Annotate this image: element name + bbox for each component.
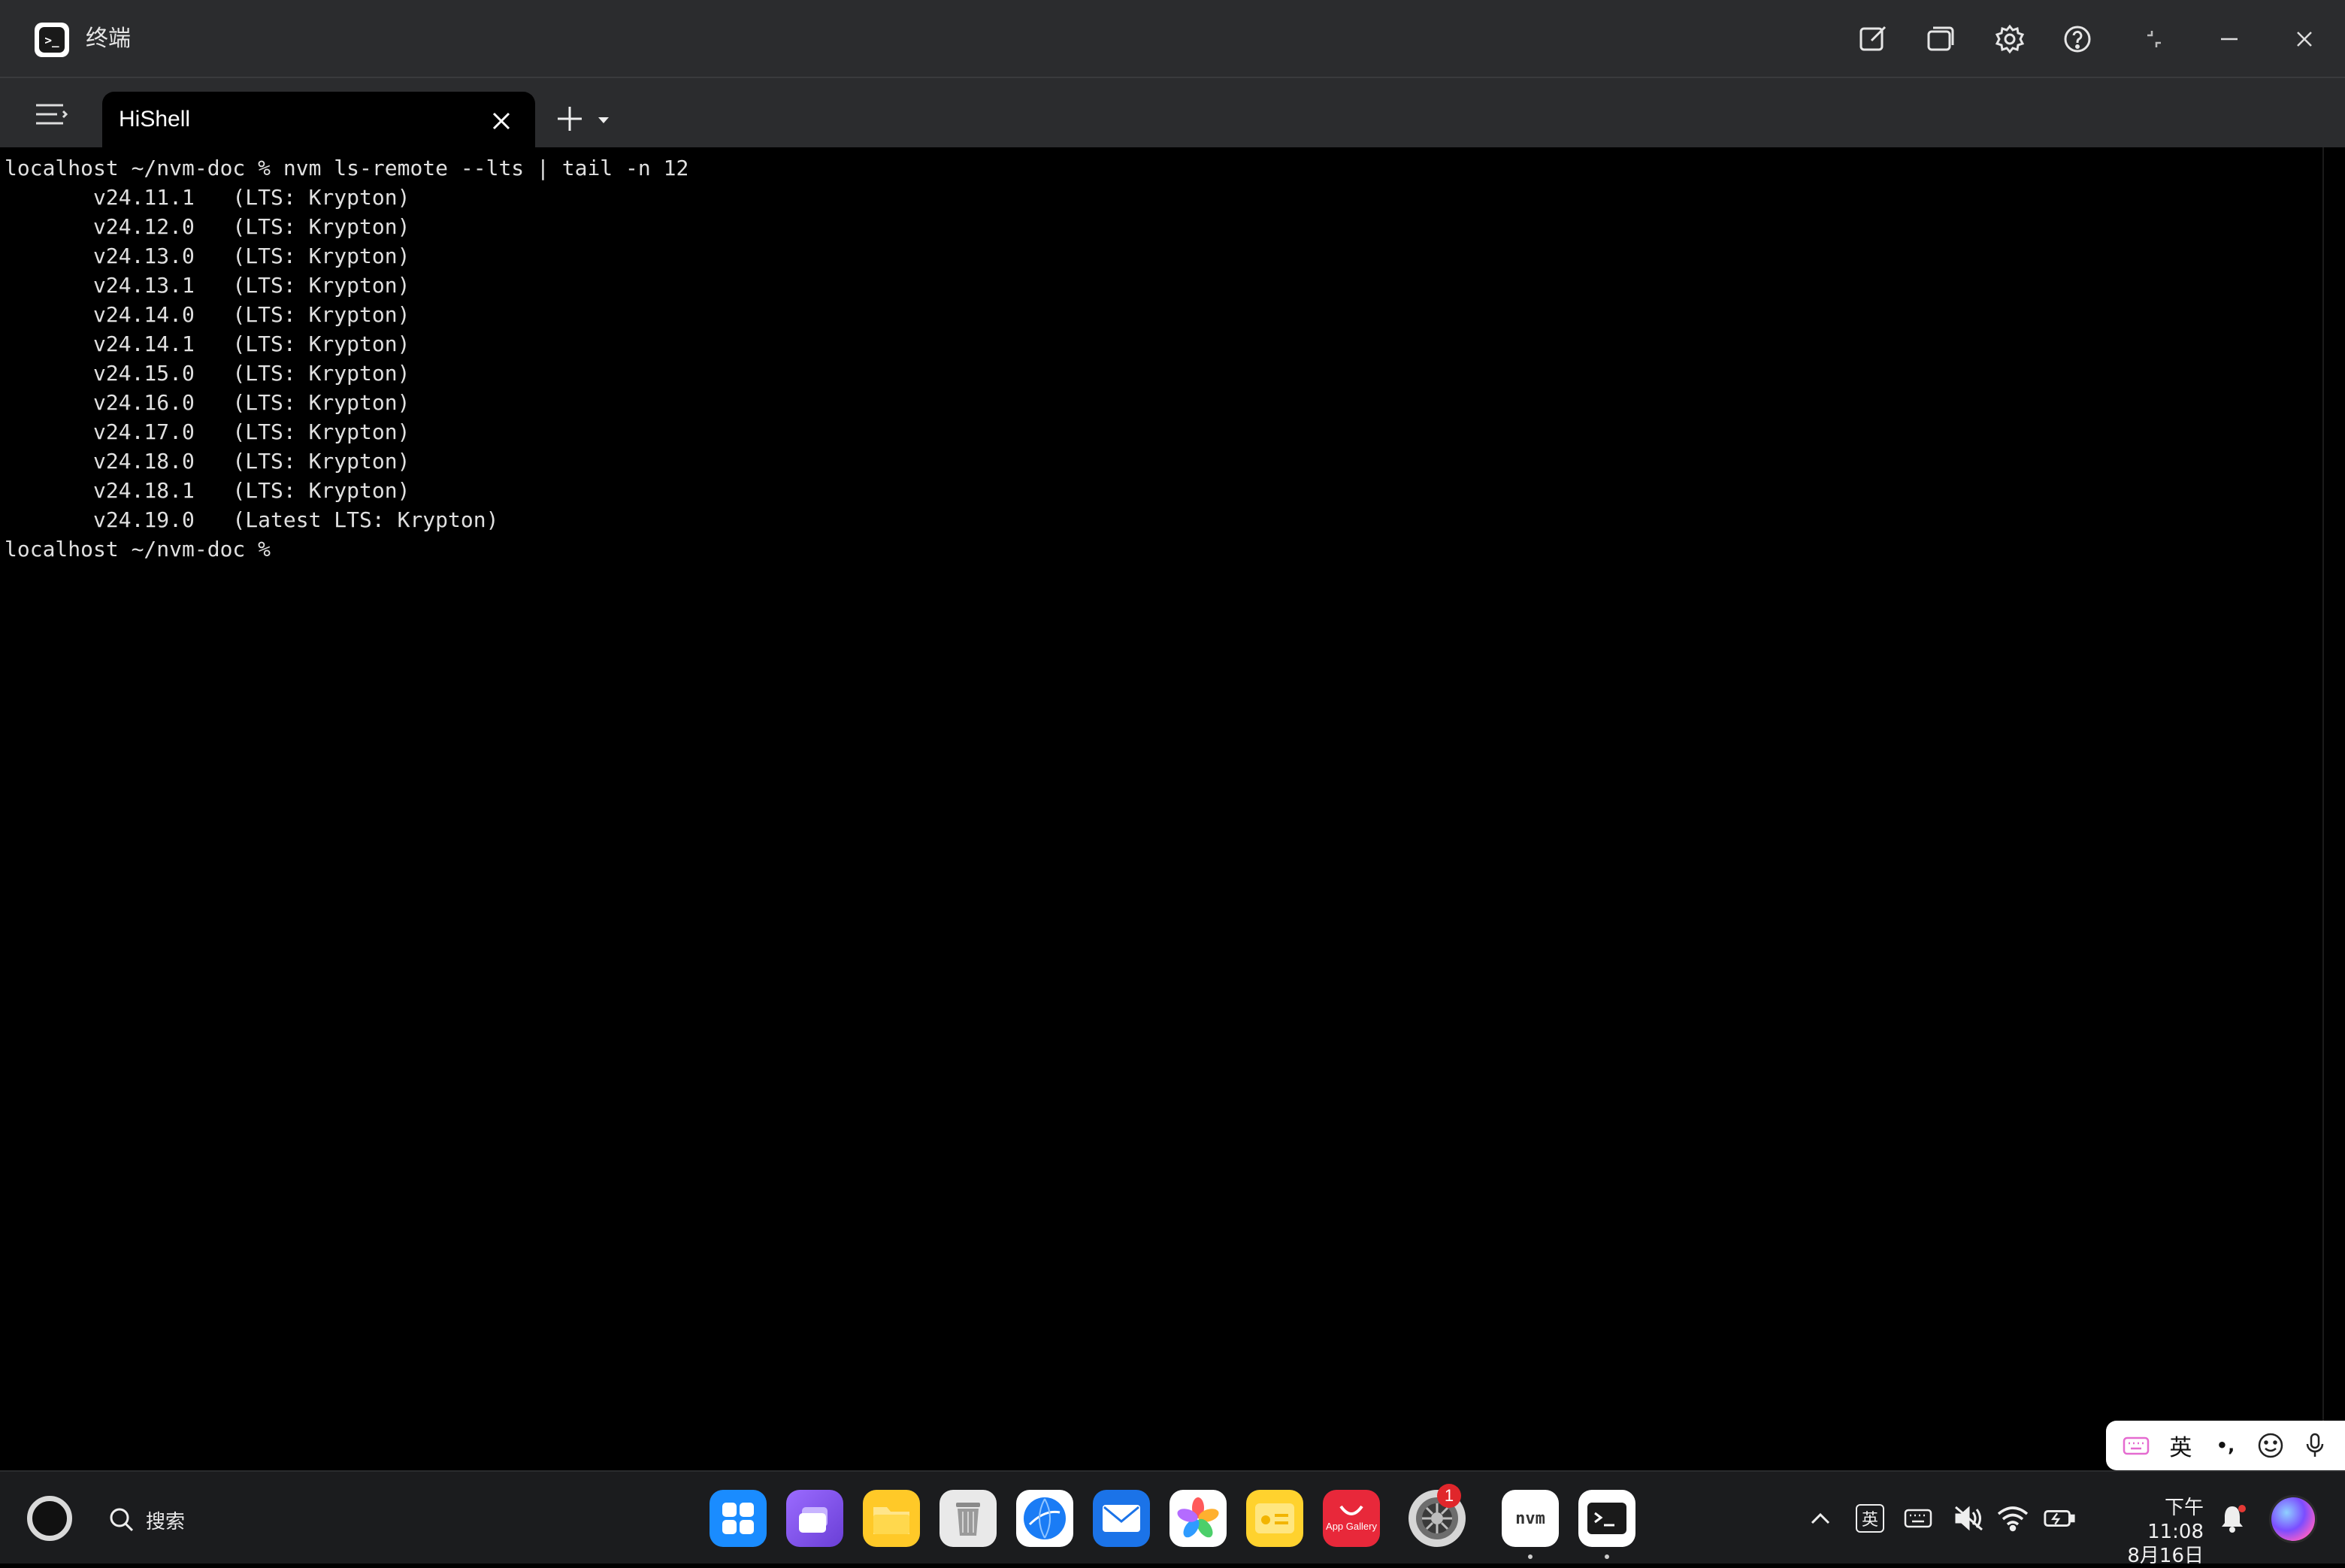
terminal-line: v24.18.0 (LTS: Krypton) [5, 449, 410, 474]
running-indicator [1528, 1554, 1533, 1559]
terminal-line: v24.12.0 (LTS: Krypton) [5, 214, 410, 239]
ime-emoji-icon[interactable] [2256, 1427, 2286, 1464]
browser-icon[interactable] [1016, 1490, 1073, 1547]
terminal-line: v24.13.0 (LTS: Krypton) [5, 244, 410, 268]
terminal-app-icon: >_ [35, 23, 69, 57]
new-tab-plus-icon[interactable] [555, 104, 585, 134]
menu-icon[interactable] [33, 99, 69, 129]
ime-voice-icon[interactable] [2300, 1427, 2330, 1464]
nvm-icon[interactable]: nvm [1502, 1490, 1559, 1547]
ime-toolbar: 英 •, [2106, 1421, 2345, 1470]
title-bar: >_ 终端 [0, 0, 2345, 78]
clock[interactable]: 下午11:08 8月16日 [2110, 1496, 2204, 1568]
trash-icon[interactable] [940, 1490, 997, 1547]
app-center-icon[interactable] [710, 1490, 767, 1547]
notification-dot [2238, 1505, 2246, 1512]
new-note-icon[interactable] [1853, 20, 1893, 59]
battery-charging-icon[interactable] [2043, 1502, 2076, 1535]
terminal-line: localhost ~/nvm-doc % [5, 537, 271, 562]
tray-ime-indicator[interactable]: 英 [1853, 1502, 1887, 1535]
volume-muted-icon[interactable] [1953, 1502, 1986, 1535]
terminal-line: localhost ~/nvm-doc % nvm ls-remote --lt… [5, 156, 689, 180]
new-tab-dropdown-icon[interactable] [597, 114, 610, 125]
app-gallery-icon[interactable]: App Gallery [1323, 1490, 1380, 1547]
settings-gear-icon[interactable] [1990, 20, 2029, 59]
terminal-line: v24.13.1 (LTS: Krypton) [5, 273, 410, 298]
help-icon[interactable] [2058, 20, 2097, 59]
terminal-line: v24.19.0 (Latest LTS: Krypton) [5, 507, 499, 532]
tray-expand-icon[interactable] [1804, 1502, 1837, 1535]
app-gallery-label: App Gallery [1326, 1521, 1377, 1532]
tab-bar: HiShell [0, 78, 2345, 149]
tab-hishell[interactable]: HiShell [102, 92, 535, 149]
search-icon [110, 1508, 134, 1532]
tab-close-icon[interactable] [489, 108, 514, 134]
mail-icon[interactable] [1093, 1490, 1150, 1547]
clock-time: 下午11:08 [2147, 1497, 2204, 1543]
terminal-output[interactable]: localhost ~/nvm-doc % nvm ls-remote --lt… [0, 147, 2322, 1470]
ime-keyboard-icon[interactable] [2121, 1427, 2151, 1464]
tab-label: HiShell [119, 107, 191, 132]
notes-icon[interactable] [1246, 1490, 1303, 1547]
settings-badge: 1 [1437, 1484, 1461, 1508]
tray-keyboard-icon[interactable] [1902, 1502, 1935, 1535]
terminal-line: v24.11.1 (LTS: Krypton) [5, 185, 410, 210]
photos-icon[interactable] [1169, 1490, 1227, 1547]
clock-date: 8月16日 [2127, 1545, 2204, 1567]
start-button[interactable] [27, 1496, 72, 1541]
ime-punctuation-toggle[interactable]: •, [2210, 1427, 2241, 1464]
terminal-scrollbar[interactable] [2322, 147, 2345, 1470]
window-title: 终端 [86, 26, 131, 52]
ai-assistant-orb-icon[interactable] [2271, 1497, 2315, 1541]
taskbar-search[interactable]: 搜索 [108, 1502, 185, 1538]
restore-window-icon[interactable] [2135, 20, 2174, 59]
close-window-icon[interactable] [2285, 20, 2324, 59]
terminal-line: v24.15.0 (LTS: Krypton) [5, 361, 410, 386]
terminal-line: v24.16.0 (LTS: Krypton) [5, 390, 410, 415]
files-icon[interactable] [863, 1490, 920, 1547]
taskbar: 搜索 App Gallery 1 nvm 英 下午11:08 8月16日 [0, 1470, 2345, 1567]
terminal-icon[interactable] [1578, 1490, 1635, 1547]
terminal-line: v24.14.0 (LTS: Krypton) [5, 302, 410, 327]
running-indicator [1605, 1554, 1609, 1559]
wifi-icon[interactable] [1996, 1502, 2029, 1535]
terminal-line: v24.17.0 (LTS: Krypton) [5, 419, 410, 444]
minimize-icon[interactable] [2210, 20, 2249, 59]
terminal-line: v24.18.1 (LTS: Krypton) [5, 478, 410, 503]
search-label: 搜索 [146, 1510, 186, 1533]
multi-window-icon[interactable] [786, 1490, 843, 1547]
nvm-icon-label: nvm [1515, 1509, 1545, 1528]
ime-language-toggle[interactable]: 英 [2165, 1427, 2195, 1464]
terminal-line: v24.14.1 (LTS: Krypton) [5, 331, 410, 356]
window-layout-icon[interactable] [1921, 20, 1960, 59]
